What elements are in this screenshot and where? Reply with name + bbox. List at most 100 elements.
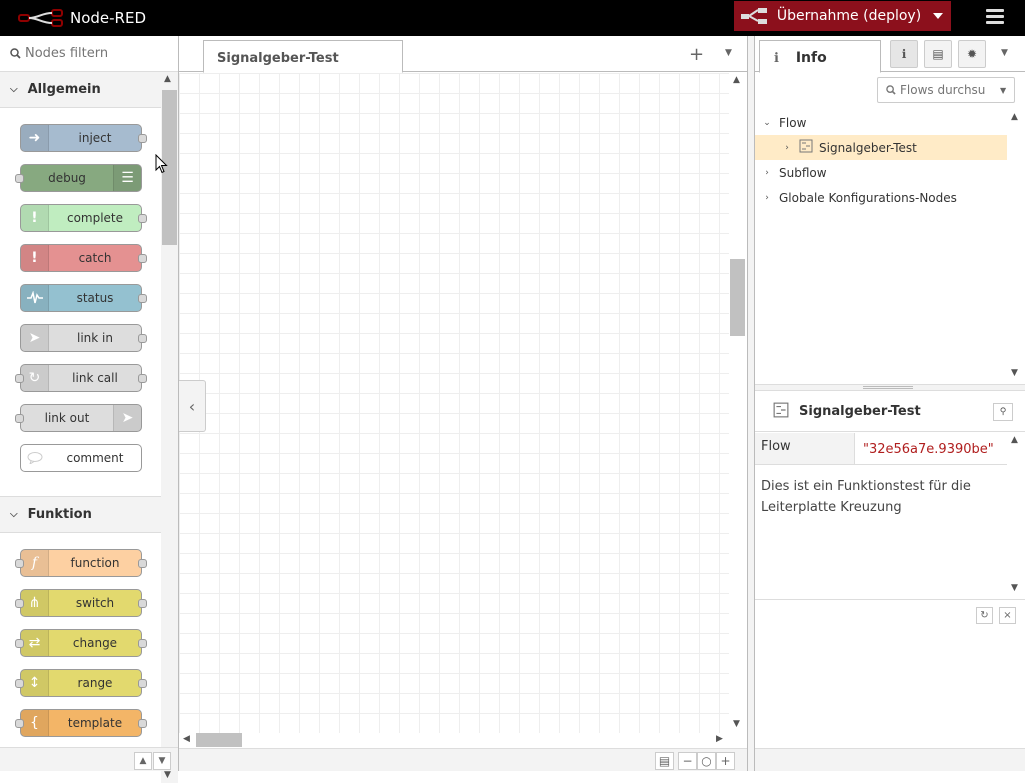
tree-item-label: Subflow: [779, 165, 827, 180]
tree-item-label: Signalgeber-Test: [819, 140, 917, 155]
info-property-row: Flow "32e56a7e.9390be": [755, 433, 1007, 465]
flow-canvas[interactable]: [179, 73, 729, 733]
palette-node-link-call[interactable]: ↻ link call: [15, 364, 147, 392]
refresh-icon[interactable]: ↻: [976, 607, 993, 624]
node-label: link out: [44, 411, 90, 425]
palette-node-function[interactable]: f function: [15, 549, 147, 577]
deploy-label: Übernahme (deploy): [776, 8, 922, 24]
node-label: switch: [75, 596, 115, 610]
tab-menu-caret-icon[interactable]: ▼: [725, 48, 732, 58]
close-icon[interactable]: ×: [999, 607, 1016, 624]
flow-search-input[interactable]: [900, 83, 996, 97]
comment-icon: [21, 445, 49, 471]
deploy-menu-caret-icon[interactable]: [925, 1, 951, 31]
scroll-right-icon[interactable]: ▶: [716, 734, 723, 744]
scrollbar-thumb[interactable]: [730, 259, 745, 336]
exclamation-icon: !: [21, 245, 49, 271]
node-label: change: [72, 636, 118, 650]
workspace-tab-bar: Signalgeber-Test + ▼: [179, 36, 747, 73]
node-label: function: [70, 556, 120, 570]
palette-node-inject[interactable]: ➜ inject: [20, 124, 147, 152]
palette-node-link-out[interactable]: link out ➤: [15, 404, 142, 432]
info-title: Signalgeber-Test: [799, 404, 921, 419]
scroll-down-icon[interactable]: ▼: [733, 719, 740, 729]
header-bar: Node-RED Übernahme (deploy): [0, 0, 1025, 36]
palette-node-catch[interactable]: ! catch: [20, 244, 147, 272]
flow-description: Dies ist ein Funktionstest für die Leite…: [761, 479, 971, 515]
node-label: link call: [72, 371, 118, 385]
flow-icon: [799, 139, 813, 156]
debug-tab-button[interactable]: ✹: [958, 40, 986, 68]
zoom-reset-icon[interactable]: ○: [697, 752, 716, 770]
tree-scrollbar[interactable]: ▲ ▼: [1007, 110, 1024, 382]
palette-toggle-button[interactable]: ‹: [179, 380, 206, 432]
node-label: debug: [48, 171, 86, 185]
tree-item-signalgeber-test[interactable]: › Signalgeber-Test: [755, 135, 1007, 160]
palette-category-list: ⌵ Allgemein ➜ inject debug ☰ ! complete …: [0, 72, 161, 783]
chevron-right-icon: ›: [765, 167, 769, 178]
tree-item-flow[interactable]: ⌄ Flow: [755, 110, 1007, 135]
chevron-left-icon: ‹: [188, 396, 196, 416]
scroll-up-icon[interactable]: ▲: [733, 75, 740, 85]
main-menu-button[interactable]: [980, 6, 1010, 30]
scroll-down-icon[interactable]: ▼: [1011, 368, 1018, 378]
palette-node-complete[interactable]: ! complete: [20, 204, 147, 232]
arrow-in-icon: ➜: [21, 125, 49, 151]
scroll-left-icon[interactable]: ◀: [183, 734, 190, 744]
search-icon[interactable]: ⚲: [993, 403, 1013, 421]
app-logo: Node-RED: [18, 0, 146, 36]
tree-item-subflow[interactable]: › Subflow: [755, 160, 1007, 185]
sidebar-panel-divider[interactable]: [755, 384, 1025, 391]
canvas-horizontal-scrollbar[interactable]: ◀ ▶: [179, 733, 729, 748]
scroll-down-icon[interactable]: ▼: [164, 770, 171, 780]
info-toolbar: ↻ ×: [755, 599, 1025, 631]
category-header-allgemein[interactable]: ⌵ Allgemein: [0, 72, 161, 108]
palette-search-input[interactable]: [25, 46, 175, 61]
brace-icon: {: [21, 710, 49, 736]
node-label: range: [77, 676, 113, 690]
chevron-down-icon: ⌵: [10, 509, 18, 520]
canvas-vertical-scrollbar[interactable]: ▲ ▼: [729, 73, 746, 733]
scrollbar-thumb[interactable]: [196, 733, 242, 747]
scroll-up-icon[interactable]: ▲: [1011, 435, 1018, 445]
info-scrollbar[interactable]: ▲ ▼: [1007, 433, 1024, 593]
tab-info[interactable]: ℹ Info: [759, 40, 881, 73]
palette-node-debug[interactable]: debug ☰: [15, 164, 142, 192]
zoom-out-icon[interactable]: −: [678, 752, 697, 770]
property-value: "32e56a7e.9390be": [863, 442, 994, 457]
shuffle-icon: ⇄: [21, 630, 49, 656]
scroll-up-icon[interactable]: ▲: [164, 74, 171, 84]
book-icon: ▤: [932, 47, 944, 61]
sidebar-separator[interactable]: [747, 36, 754, 771]
scroll-down-icon[interactable]: ▼: [1011, 583, 1018, 593]
palette-node-status[interactable]: status: [20, 284, 147, 312]
add-flow-icon[interactable]: +: [689, 44, 704, 65]
collapse-all-icon[interactable]: ▲: [134, 752, 152, 770]
category-body-allgemein: ➜ inject debug ☰ ! complete ! catch stat…: [0, 108, 161, 497]
palette-node-change[interactable]: ⇄ change: [15, 629, 147, 657]
scroll-up-icon[interactable]: ▲: [1011, 112, 1018, 122]
palette-node-template[interactable]: { template: [15, 709, 147, 737]
palette-node-comment[interactable]: comment: [20, 444, 142, 472]
pulse-icon: [21, 285, 49, 311]
help-tab-button[interactable]: ▤: [924, 40, 952, 68]
info-tab-button[interactable]: ℹ: [890, 40, 918, 68]
tree-item-global-config[interactable]: › Globale Konfigurations-Nodes: [755, 185, 1007, 210]
map-icon[interactable]: ▤: [655, 752, 674, 770]
chevron-down-icon[interactable]: ▼: [1000, 86, 1006, 95]
palette-node-link-in[interactable]: ➤ link in: [20, 324, 147, 352]
palette-footer: ▲ ▼: [0, 747, 178, 771]
tab-signalgeber-test[interactable]: Signalgeber-Test: [203, 40, 403, 73]
expand-all-icon[interactable]: ▼: [153, 752, 171, 770]
chevron-right-icon: ›: [765, 192, 769, 203]
category-header-funktion[interactable]: ⌵ Funktion: [0, 497, 161, 533]
info-icon: ℹ: [901, 47, 907, 61]
zoom-in-icon[interactable]: +: [716, 752, 735, 770]
palette-node-range[interactable]: ↕ range: [15, 669, 147, 697]
sidebar-menu-caret-icon[interactable]: ▼: [1001, 48, 1008, 58]
palette-node-switch[interactable]: ⋔ switch: [15, 589, 147, 617]
deploy-button[interactable]: Übernahme (deploy): [734, 1, 951, 31]
deploy-icon: [734, 1, 774, 31]
palette-scrollbar[interactable]: ▲ ▼: [161, 72, 178, 783]
link-call-icon: ↻: [21, 365, 49, 391]
